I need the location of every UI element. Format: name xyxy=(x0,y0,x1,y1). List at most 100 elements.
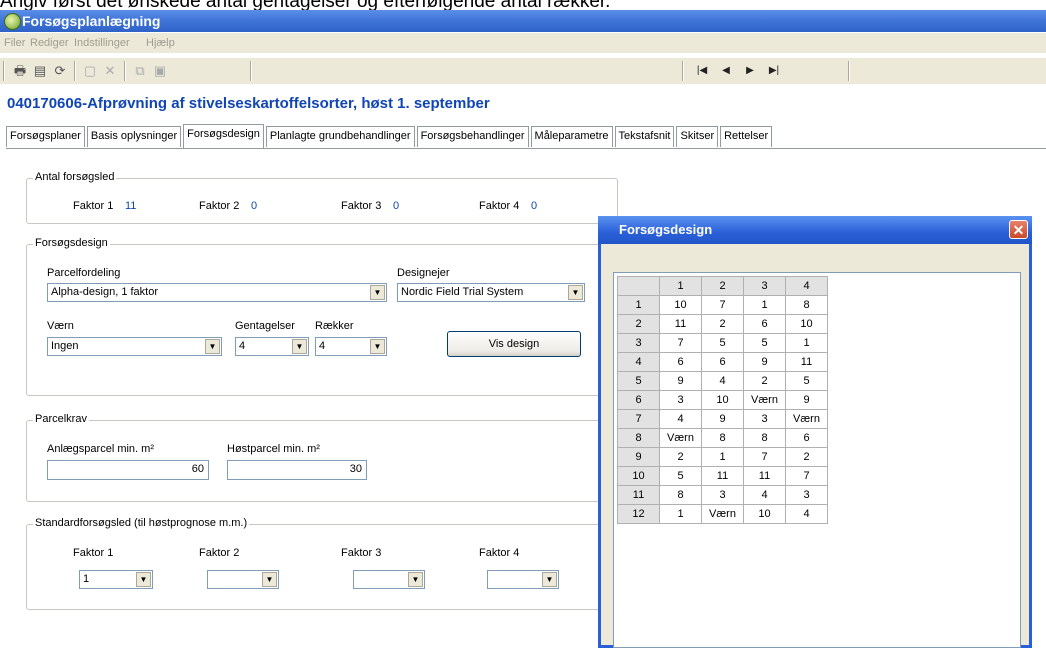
vis-design-button[interactable]: Vis design xyxy=(447,331,581,357)
chevron-down-icon[interactable]: ▼ xyxy=(136,572,151,587)
grid-corner-cell xyxy=(617,276,660,296)
grid-cell[interactable]: 4 xyxy=(785,504,828,524)
grid-cell[interactable]: 2 xyxy=(659,447,702,467)
grid-cell[interactable]: 5 xyxy=(743,333,786,353)
grid-cell[interactable]: 9 xyxy=(659,371,702,391)
grid-cell[interactable]: 5 xyxy=(785,371,828,391)
table-row: 8 Værn 8 8 6 xyxy=(617,428,828,448)
chevron-down-icon[interactable]: ▼ xyxy=(370,339,385,354)
grid-cell[interactable]: 11 xyxy=(701,466,744,486)
chevron-down-icon[interactable]: ▼ xyxy=(262,572,277,587)
standard-faktor3-select[interactable]: ▼ xyxy=(353,570,425,589)
next-record-icon[interactable]: ▶ xyxy=(742,63,758,79)
grid-cell[interactable]: Værn xyxy=(743,390,786,410)
grid-cell[interactable]: 1 xyxy=(743,295,786,315)
grid-cell[interactable]: 10 xyxy=(701,390,744,410)
grid-cell[interactable]: 3 xyxy=(743,409,786,429)
grid-cell[interactable]: Værn xyxy=(659,428,702,448)
first-record-icon[interactable]: |◀ xyxy=(694,63,710,79)
grid-cell[interactable]: 9 xyxy=(743,352,786,372)
grid-cell[interactable]: 11 xyxy=(743,466,786,486)
refresh-icon[interactable]: ⟳ xyxy=(52,63,68,79)
raekker-select[interactable]: 4 ▼ xyxy=(315,337,387,356)
grid-cell[interactable]: 3 xyxy=(701,485,744,505)
grid-cell[interactable]: 6 xyxy=(659,352,702,372)
copy-icon[interactable]: ⧉ xyxy=(132,63,148,79)
grid-cell[interactable]: 10 xyxy=(659,295,702,315)
preview-icon[interactable]: ▤ xyxy=(32,63,48,79)
tab-basis-oplysninger[interactable]: Basis oplysninger xyxy=(86,126,182,147)
standard-faktor2-select[interactable]: ▼ xyxy=(207,570,279,589)
standard-faktor4-select[interactable]: ▼ xyxy=(487,570,559,589)
paste-icon[interactable]: ▣ xyxy=(152,63,168,79)
anlaegsparcel-input[interactable]: 60 xyxy=(47,460,209,480)
last-record-icon[interactable]: ▶| xyxy=(766,63,782,79)
grid-cell[interactable]: 9 xyxy=(701,409,744,429)
grid-cell[interactable]: 1 xyxy=(659,504,702,524)
grid-cell[interactable]: 2 xyxy=(743,371,786,391)
vaern-select[interactable]: Ingen ▼ xyxy=(47,337,222,356)
grid-cell[interactable]: 10 xyxy=(785,314,828,334)
chevron-down-icon[interactable]: ▼ xyxy=(205,339,220,354)
grid-cell[interactable]: 7 xyxy=(785,466,828,486)
tab-maaleparametre[interactable]: Måleparametre xyxy=(530,126,613,147)
tab-forsoegsplaner[interactable]: Forsøgsplaner xyxy=(6,126,85,147)
tab-tekstafsnit[interactable]: Tekstafsnit xyxy=(614,126,675,147)
tab-rettelser[interactable]: Rettelser xyxy=(720,126,773,147)
prev-record-icon[interactable]: ◀ xyxy=(718,63,734,79)
grid-cell[interactable]: 8 xyxy=(659,485,702,505)
grid-cell[interactable]: 4 xyxy=(659,409,702,429)
grid-cell[interactable]: 8 xyxy=(701,428,744,448)
menu-hjaelp[interactable]: Hjælp xyxy=(146,37,175,49)
tab-skitser[interactable]: Skitser xyxy=(676,126,719,147)
grid-cell[interactable]: 3 xyxy=(785,485,828,505)
designejer-select[interactable]: Nordic Field Trial System ▼ xyxy=(397,283,585,302)
parcelfordeling-label: Parcelfordeling xyxy=(47,267,121,279)
grid-cell[interactable]: 9 xyxy=(785,390,828,410)
parcelfordeling-select[interactable]: Alpha-design, 1 faktor ▼ xyxy=(47,283,387,302)
table-row: 12 1 Værn 10 4 xyxy=(617,504,828,524)
grid-cell[interactable]: 6 xyxy=(701,352,744,372)
grid-cell[interactable]: 7 xyxy=(743,447,786,467)
tab-forsoegsbehandlinger[interactable]: Forsøgsbehandlinger xyxy=(416,126,529,147)
grid-cell[interactable]: 1 xyxy=(701,447,744,467)
chevron-down-icon[interactable]: ▼ xyxy=(370,285,385,300)
chevron-down-icon[interactable]: ▼ xyxy=(292,339,307,354)
grid-cell[interactable]: 3 xyxy=(659,390,702,410)
grid-cell[interactable]: 8 xyxy=(785,295,828,315)
delete-icon[interactable]: ✕ xyxy=(102,63,118,79)
grid-cell[interactable]: Værn xyxy=(701,504,744,524)
menu-rediger[interactable]: Rediger xyxy=(30,37,69,49)
grid-cell[interactable]: 6 xyxy=(785,428,828,448)
grid-cell[interactable]: 11 xyxy=(659,314,702,334)
grid-cell[interactable]: 5 xyxy=(659,466,702,486)
menu-indstillinger[interactable]: Indstillinger xyxy=(74,37,130,49)
grid-cell[interactable]: 4 xyxy=(743,485,786,505)
grid-cell[interactable]: 7 xyxy=(659,333,702,353)
dialog-titlebar[interactable]: Forsøgsdesign ✕ xyxy=(598,216,1032,244)
chevron-down-icon[interactable]: ▼ xyxy=(568,285,583,300)
grid-cell[interactable]: 6 xyxy=(743,314,786,334)
grid-cell[interactable]: 5 xyxy=(701,333,744,353)
new-icon[interactable]: ▢ xyxy=(82,63,98,79)
standard-group-title: Standardforsøgsled (til høstprognose m.m… xyxy=(33,517,250,529)
grid-cell[interactable]: 8 xyxy=(743,428,786,448)
standard-faktor1-select[interactable]: 1 ▼ xyxy=(79,570,153,589)
print-icon[interactable]: 🖶 xyxy=(12,63,28,79)
grid-cell[interactable]: 10 xyxy=(743,504,786,524)
grid-cell[interactable]: 7 xyxy=(701,295,744,315)
grid-cell[interactable]: 2 xyxy=(701,314,744,334)
grid-cell[interactable]: 2 xyxy=(785,447,828,467)
chevron-down-icon[interactable]: ▼ xyxy=(542,572,557,587)
menu-filer[interactable]: Filer xyxy=(4,37,25,49)
grid-cell[interactable]: 4 xyxy=(701,371,744,391)
tab-planlagte-grundbehandlinger[interactable]: Planlagte grundbehandlinger xyxy=(265,126,415,147)
grid-cell[interactable]: 1 xyxy=(785,333,828,353)
close-icon[interactable]: ✕ xyxy=(1009,220,1028,239)
tab-forsoegsdesign[interactable]: Forsøgsdesign xyxy=(183,124,264,148)
chevron-down-icon[interactable]: ▼ xyxy=(408,572,423,587)
grid-cell[interactable]: Værn xyxy=(785,409,828,429)
grid-cell[interactable]: 11 xyxy=(785,352,828,372)
gentagelser-select[interactable]: 4 ▼ xyxy=(235,337,309,356)
hoestparcel-input[interactable]: 30 xyxy=(227,460,367,480)
